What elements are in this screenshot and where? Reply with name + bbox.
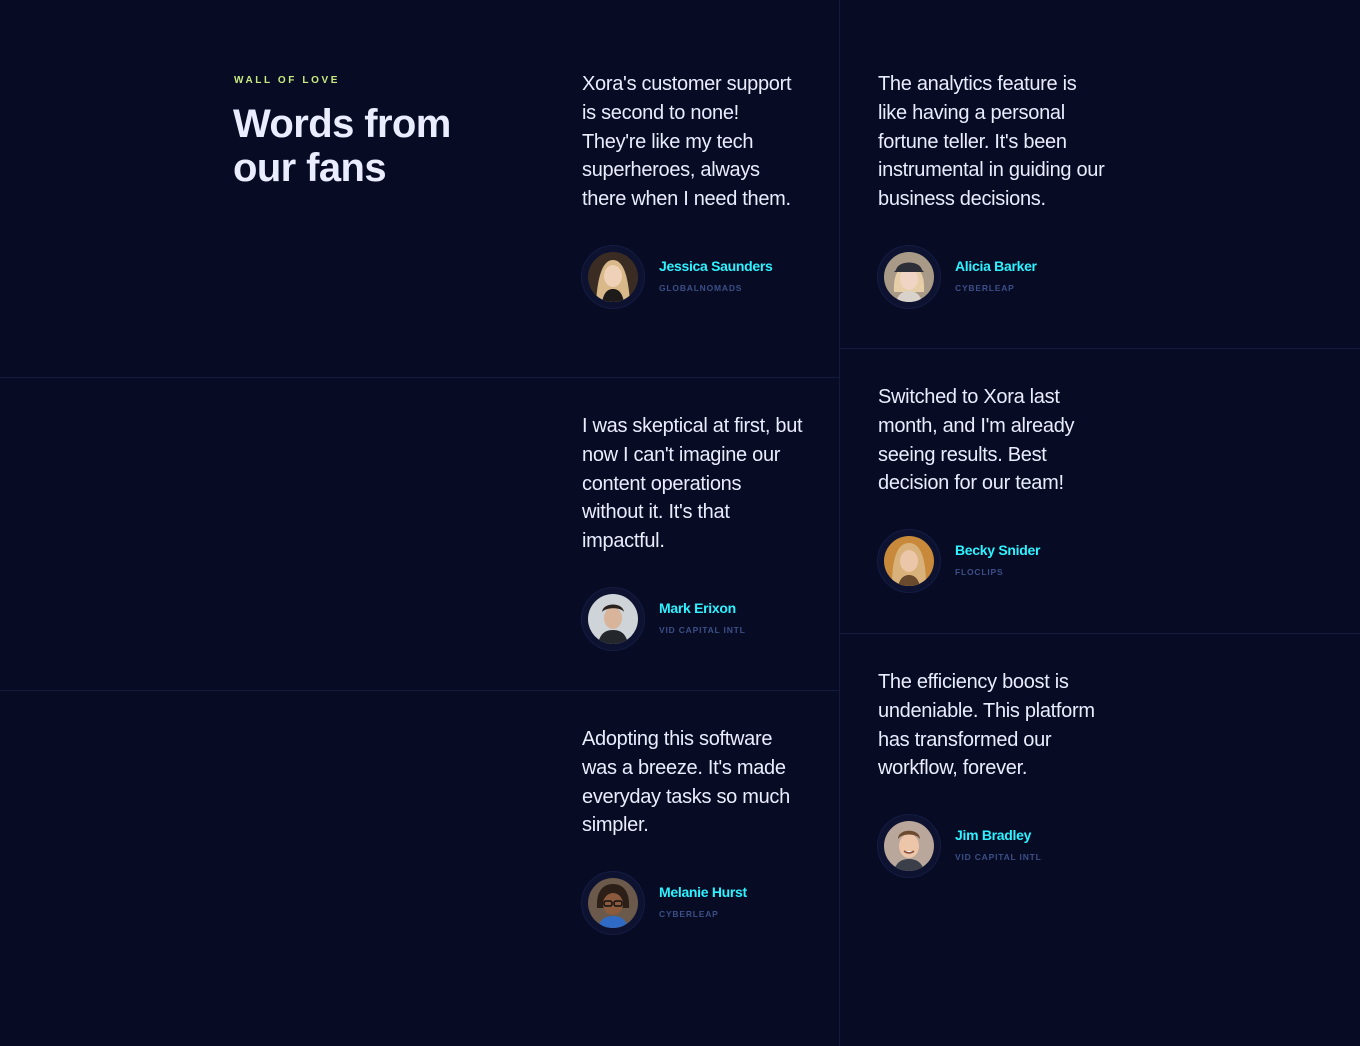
author-company: Globalnomads — [659, 282, 743, 293]
avatar-woman-blonde-outdoor-icon — [884, 536, 934, 587]
avatar — [582, 587, 644, 650]
avatar-man-dark-hair-icon — [588, 593, 638, 644]
column-divider — [839, 0, 840, 1046]
testimonial-author: Jessica Saunders Globalnomads — [582, 245, 807, 308]
avatar — [582, 872, 644, 935]
testimonial-author: Mark Erixon Vid Capital Intl — [582, 587, 807, 650]
author-company: Cyberleap — [659, 909, 719, 920]
section-eyebrow: Wall of Love — [234, 75, 341, 86]
testimonial-author: Jim Bradley Vid Capital Intl — [878, 815, 1110, 878]
section-heading: Words from our fans — [233, 102, 451, 190]
avatar — [878, 530, 940, 593]
author-name: Becky Snider — [955, 542, 1041, 559]
avatar — [582, 245, 644, 308]
testimonial-quote: The analytics feature is like having a p… — [878, 73, 1105, 211]
testimonial-author: Becky Snider Floclips — [878, 530, 1110, 593]
avatar-woman-blonde-icon — [588, 251, 638, 302]
testimonial-author: Alicia Barker Cyberleap — [878, 245, 1110, 308]
author-company: Vid Capital Intl — [659, 624, 746, 635]
testimonial-card: Switched to Xora last month, and I'm alr… — [878, 383, 1110, 593]
testimonial-card: I was skeptical at first, but now I can'… — [582, 412, 807, 650]
author-company: Cyberleap — [955, 282, 1015, 293]
testimonial-card: Adopting this software was a breeze. It'… — [582, 725, 807, 935]
avatar-woman-glasses-icon — [588, 878, 638, 929]
wall-of-love-section: Wall of Love Words from our fans Xora's … — [0, 0, 1360, 1046]
testimonial-quote: Switched to Xora last month, and I'm alr… — [878, 386, 1075, 495]
author-company: Vid Capital Intl — [955, 852, 1042, 863]
testimonial-quote: Xora's customer support is second to non… — [582, 73, 792, 211]
avatar-woman-cap-icon — [884, 251, 934, 302]
row-divider — [840, 348, 1360, 349]
author-name: Alicia Barker — [955, 257, 1037, 274]
row-divider — [0, 690, 839, 691]
testimonial-card: The analytics feature is like having a p… — [878, 70, 1110, 308]
author-name: Melanie Hurst — [659, 884, 747, 901]
testimonial-quote: Adopting this software was a breeze. It'… — [582, 728, 790, 837]
author-name: Jessica Saunders — [659, 257, 773, 274]
author-company: Floclips — [955, 567, 1004, 578]
avatar — [878, 815, 940, 878]
row-divider — [0, 377, 839, 378]
testimonial-author: Melanie Hurst Cyberleap — [582, 872, 807, 935]
avatar-man-smiling-icon — [884, 821, 934, 872]
testimonial-quote: I was skeptical at first, but now I can'… — [582, 415, 803, 553]
author-name: Jim Bradley — [955, 827, 1032, 844]
avatar — [878, 245, 940, 308]
testimonial-quote: The efficiency boost is undeniable. This… — [878, 671, 1095, 780]
author-name: Mark Erixon — [659, 599, 736, 616]
testimonial-card: The efficiency boost is undeniable. This… — [878, 668, 1110, 878]
row-divider — [840, 633, 1360, 634]
testimonial-card: Xora's customer support is second to non… — [582, 70, 807, 308]
